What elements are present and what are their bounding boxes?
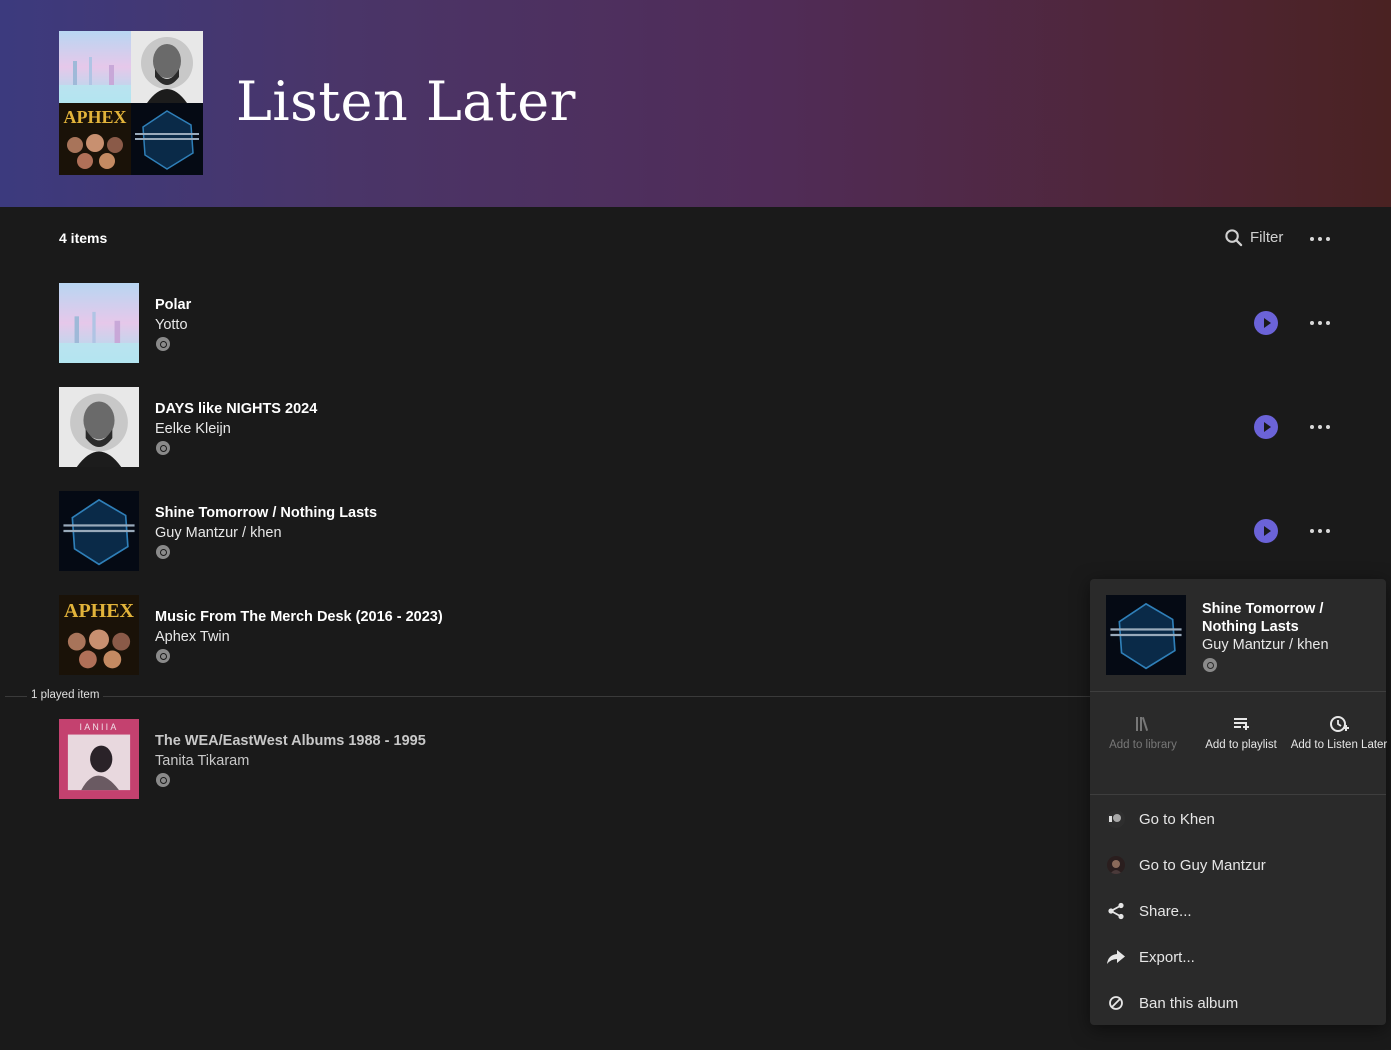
more-options-button[interactable] xyxy=(1310,237,1330,241)
cover-polar xyxy=(59,31,131,103)
play-button[interactable] xyxy=(1254,311,1278,335)
menu-divider xyxy=(1090,794,1386,795)
row-more-button[interactable] xyxy=(1310,321,1330,325)
played-divider xyxy=(5,696,1095,697)
share-item[interactable]: Share... xyxy=(1090,888,1386,934)
album-cover[interactable]: APHEX xyxy=(59,595,139,675)
export-label: Export... xyxy=(1139,948,1195,966)
ban-icon xyxy=(1109,996,1123,1010)
cover-aphex-twin: APHEX xyxy=(59,103,131,175)
row-more-button[interactable] xyxy=(1310,425,1330,429)
list-item[interactable]: Shine Tomorrow / Nothing Lasts Guy Mantz… xyxy=(59,491,1349,571)
share-label: Share... xyxy=(1139,902,1192,920)
album-artist[interactable]: Guy Mantzur / khen xyxy=(155,525,282,541)
page-header: APHEX Listen Later xyxy=(0,0,1391,207)
go-to-khen-item[interactable]: Go to Khen xyxy=(1090,796,1386,842)
add-to-listen-later-button[interactable]: Add to Listen Later xyxy=(1290,714,1388,753)
quality-badge-icon xyxy=(156,649,170,663)
album-title[interactable]: DAYS like NIGHTS 2024 xyxy=(155,401,317,417)
album-title[interactable]: The WEA/EastWest Albums 1988 - 1995 xyxy=(155,733,426,749)
export-icon xyxy=(1107,950,1125,964)
play-button[interactable] xyxy=(1254,519,1278,543)
cover-shine-tomorrow xyxy=(131,103,203,175)
menu-album-title: Shine Tomorrow / Nothing Lasts xyxy=(1202,601,1324,635)
add-to-listen-later-label: Add to Listen Later xyxy=(1290,739,1388,751)
play-button[interactable] xyxy=(1254,415,1278,439)
quality-badge-icon xyxy=(156,337,170,351)
playlist-add-icon xyxy=(1234,718,1249,730)
export-item[interactable]: Export... xyxy=(1090,934,1386,980)
album-title[interactable]: Polar xyxy=(155,297,191,313)
search-icon xyxy=(1225,229,1243,247)
add-to-library-label: Add to library xyxy=(1109,739,1177,751)
album-artist[interactable]: Tanita Tikaram xyxy=(155,753,249,769)
page-title: Listen Later xyxy=(236,70,576,133)
album-artist[interactable]: Aphex Twin xyxy=(155,629,230,645)
item-count: 4 items xyxy=(59,230,108,246)
cover-days-like-nights xyxy=(131,31,203,103)
artist-avatar-icon xyxy=(1107,856,1125,874)
ban-album-item[interactable]: Ban this album xyxy=(1090,980,1386,1026)
go-to-guy-mantzur-label: Go to Guy Mantzur xyxy=(1139,856,1266,874)
album-artist[interactable]: Eelke Kleijn xyxy=(155,421,231,437)
add-to-playlist-button[interactable]: Add to playlist xyxy=(1192,714,1290,753)
quality-badge-icon xyxy=(156,773,170,787)
album-cover[interactable] xyxy=(59,283,139,363)
menu-divider xyxy=(1090,691,1386,692)
album-title[interactable]: Music From The Merch Desk (2016 - 2023) xyxy=(155,609,443,625)
add-to-playlist-label: Add to playlist xyxy=(1205,739,1277,751)
row-more-button[interactable] xyxy=(1310,529,1330,533)
artist-avatar-icon xyxy=(1107,810,1125,828)
clock-add-icon xyxy=(1330,716,1349,732)
album-context-menu: Shine Tomorrow / Nothing Lasts Guy Mantz… xyxy=(1090,579,1388,1026)
svg-text:APHEX: APHEX xyxy=(64,107,127,127)
svg-text:APHEX: APHEX xyxy=(64,600,135,622)
menu-album-artist: Guy Mantzur / khen xyxy=(1202,637,1329,653)
quality-badge-icon xyxy=(1203,658,1217,672)
quality-badge-icon xyxy=(156,545,170,559)
album-cover[interactable] xyxy=(59,387,139,467)
list-item[interactable]: Polar Yotto xyxy=(59,283,1349,363)
library-icon xyxy=(1136,717,1149,731)
played-section-label: 1 played item xyxy=(27,689,104,701)
quality-badge-icon xyxy=(156,441,170,455)
album-artist[interactable]: Yotto xyxy=(155,317,188,333)
filter-button[interactable]: Filter xyxy=(1224,228,1283,247)
svg-text:IANIIA: IANIIA xyxy=(80,722,119,732)
filter-label: Filter xyxy=(1250,229,1284,246)
album-cover[interactable] xyxy=(59,491,139,571)
menu-album-cover xyxy=(1106,595,1186,675)
playlist-cover-mosaic: APHEX xyxy=(59,31,203,175)
share-icon xyxy=(1108,902,1124,920)
list-item[interactable]: DAYS like NIGHTS 2024 Eelke Kleijn xyxy=(59,387,1349,467)
add-to-library-button[interactable]: Add to library xyxy=(1094,714,1192,753)
album-cover[interactable]: IANIIA xyxy=(59,719,139,799)
go-to-khen-label: Go to Khen xyxy=(1139,810,1215,828)
album-title[interactable]: Shine Tomorrow / Nothing Lasts xyxy=(155,505,377,521)
go-to-guy-mantzur-item[interactable]: Go to Guy Mantzur xyxy=(1090,842,1386,888)
ban-album-label: Ban this album xyxy=(1139,994,1239,1012)
